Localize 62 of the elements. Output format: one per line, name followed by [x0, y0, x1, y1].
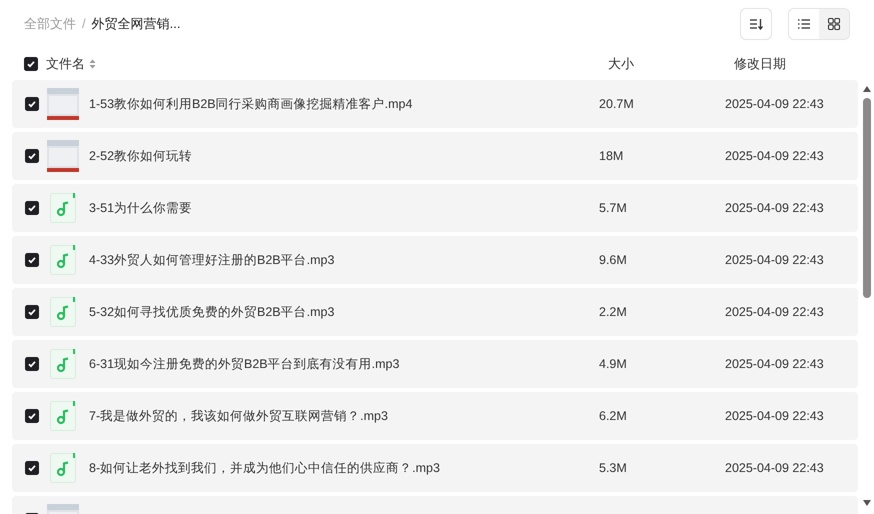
checkbox[interactable]: [25, 149, 39, 163]
scroll-down-arrow-icon[interactable]: [863, 500, 871, 506]
audio-file-icon: [50, 349, 76, 379]
file-row[interactable]: 1-53教你如何利用B2B同行采购商画像挖掘精准客户.mp4 20.7M 2025-04-09 22:43: [12, 80, 858, 128]
audio-file-icon: [50, 297, 76, 327]
modified-date: 2025-04-09 22:43: [725, 200, 824, 217]
checkbox[interactable]: [25, 409, 39, 423]
checkbox[interactable]: [24, 57, 38, 71]
checkbox[interactable]: [25, 305, 39, 319]
breadcrumb-separator: /: [82, 15, 86, 34]
audio-file-icon: [50, 401, 76, 431]
modified-date: 2025-04-09 22:43: [725, 460, 824, 477]
sort-button[interactable]: [740, 8, 772, 40]
sort-icon: [749, 18, 763, 30]
file-name: 8-如何让老外找到我们，并成为他们心中信任的供应商？.mp3: [89, 460, 441, 477]
checkbox[interactable]: [25, 253, 39, 267]
checkbox[interactable]: [25, 201, 39, 215]
file-row[interactable]: 7-我是做外贸的，我该如何做外贸互联网营销？.mp3 6.2M 2025-04-09 22:43: [12, 392, 858, 440]
grid-view-button[interactable]: [819, 9, 849, 39]
file-name: 5-32如何寻找优质免费的外贸B2B平台.mp3: [89, 304, 336, 321]
file-name: 6-31现如今注册免费的外贸B2B平台到底有没有用.mp3: [89, 356, 400, 373]
file-name: 1-53教你如何利用B2B同行采购商画像挖掘精准客户.mp4: [89, 96, 414, 113]
file-size: 2.2M: [599, 304, 628, 321]
file-row[interactable]: 8-如何让老外找到我们，并成为他们心中信任的供应商？.mp3 5.3M 2025-04-09 22:43: [12, 444, 858, 492]
grid-icon: [828, 18, 840, 30]
breadcrumb-link[interactable]: 外贸全网营销...: [92, 14, 180, 34]
modified-date: 2025-04-09 22:43: [725, 304, 824, 321]
file-name: 2-52教你如何玩转: [89, 148, 194, 165]
modified-date: 2025-04-09 22:43: [725, 356, 824, 373]
sort-arrows-icon[interactable]: [89, 59, 96, 69]
video-thumbnail: [47, 140, 79, 172]
file-row[interactable]: 5-32如何寻找优质免费的外贸B2B平台.mp3 2.2M 2025-04-09 22:43: [12, 288, 858, 336]
modified-date: 2025-04-09 22:43: [725, 408, 824, 425]
file-name: 4-33外贸人如何管理好注册的B2B平台.mp3: [89, 252, 336, 269]
file-size: 6.2M: [599, 408, 628, 425]
column-header[interactable]: 修改日期: [734, 54, 786, 74]
video-thumbnail: [47, 88, 79, 120]
file-row[interactable]: 4-33外贸人如何管理好注册的B2B平台.mp3 9.6M 2025-04-09 22:43: [12, 236, 858, 284]
file-size: 5.3M: [599, 460, 628, 477]
file-name: 3-51为什么你需要: [89, 200, 194, 217]
file-size: 4.9M: [599, 356, 628, 373]
checkbox[interactable]: [25, 357, 39, 371]
audio-file-icon: [50, 193, 76, 223]
modified-date: 2025-04-09 22:43: [725, 148, 824, 165]
column-header[interactable]: 大小: [608, 54, 734, 74]
file-row[interactable]: 6-31现如今注册免费的外贸B2B平台到底有没有用.mp3 4.9M 2025-04-09 22:43: [12, 340, 858, 388]
list-icon: [798, 19, 810, 29]
audio-file-icon: [50, 245, 76, 275]
checkbox[interactable]: [25, 461, 39, 475]
file-row[interactable]: 3-51为什么你需要 5.7M 2025-04-09 22:43: [12, 184, 858, 232]
file-size: 18M: [599, 148, 624, 165]
file-name: 7-我是做外贸的，我该如何做外贸互联网营销？.mp3: [89, 408, 389, 425]
file-row[interactable]: 2-52教你如何玩转 18M 2025-04-09 22:43: [12, 132, 858, 180]
scroll-up-arrow-icon[interactable]: [863, 86, 871, 92]
column-header[interactable]: 文件名: [46, 54, 85, 74]
modified-date: 2025-04-09 22:43: [725, 96, 824, 113]
file-size: 5.7M: [599, 200, 628, 217]
file-size: 9.6M: [599, 252, 628, 269]
audio-file-icon: [50, 453, 76, 483]
file-size: 20.7M: [599, 96, 635, 113]
checkbox[interactable]: [25, 97, 39, 111]
modified-date: 2025-04-09 22:43: [725, 252, 824, 269]
